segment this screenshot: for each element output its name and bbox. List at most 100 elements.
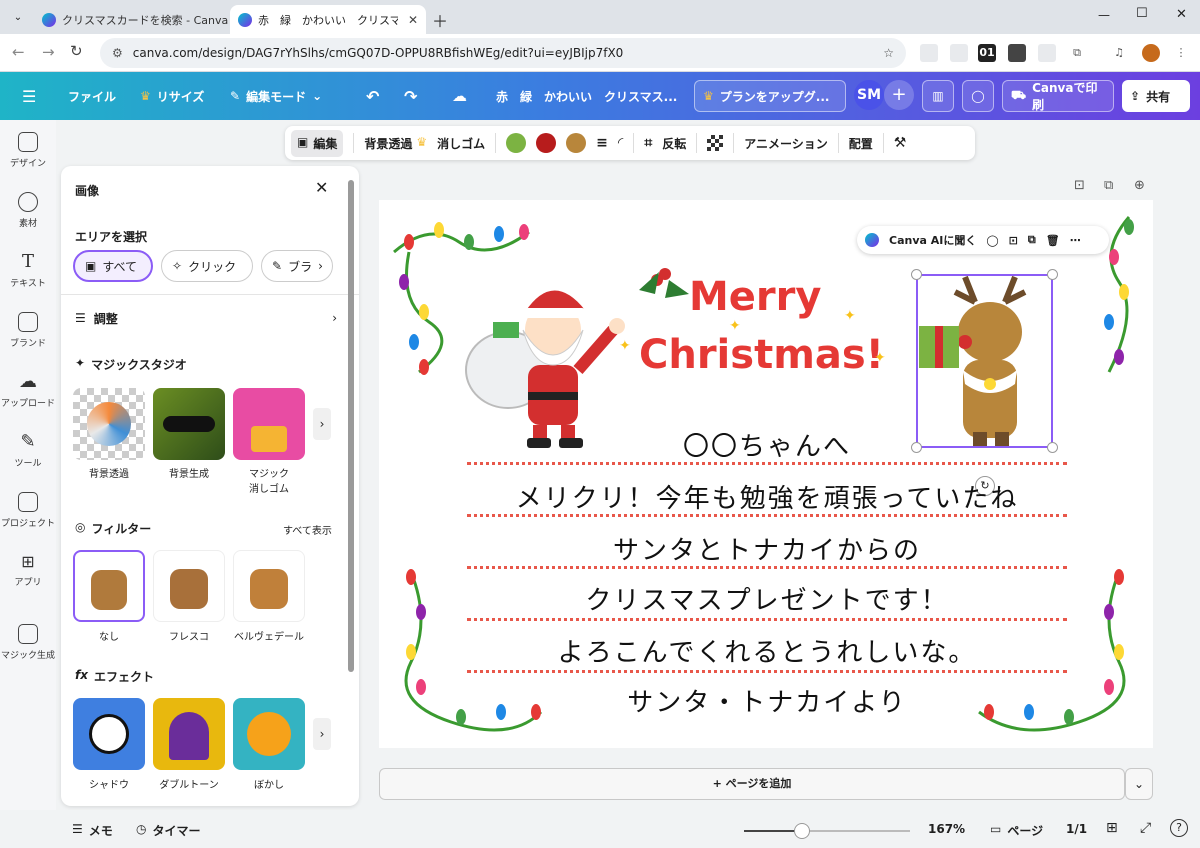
user-avatar[interactable]: SM <box>854 80 884 110</box>
design-canvas[interactable]: Merry Christmas! ✦ ✦ ✦ ✦ ↻ Canva AIに聞く ◯… <box>379 200 1153 748</box>
crop-icon[interactable]: ⌗ <box>644 135 652 151</box>
edit-image-button[interactable]: ▣ 編集 <box>291 129 344 157</box>
fullscreen-icon[interactable]: ⤢ <box>1140 820 1151 836</box>
bookmark-star-icon[interactable]: ☆ <box>883 46 894 60</box>
effect-thumb-shadow[interactable] <box>73 698 145 770</box>
cloud-save-icon[interactable]: ☁ <box>444 80 475 112</box>
magic-thumb-eraser[interactable] <box>233 388 305 460</box>
document-title[interactable]: 赤 緑 かわいい クリスマス... <box>488 80 685 112</box>
card-text-line[interactable]: 〇〇ちゃんへ <box>467 426 1067 463</box>
zoom-percent[interactable]: 167% <box>928 822 965 836</box>
filter-thumb-belvedere[interactable] <box>233 550 305 622</box>
rail-item-elements[interactable]: 素材 <box>0 182 56 238</box>
edit-mode-button[interactable]: ✎ 編集モード ⌄ <box>222 80 330 112</box>
close-panel-icon[interactable]: ✕ <box>315 178 328 197</box>
extension-icon[interactable] <box>1038 44 1056 62</box>
share-button[interactable]: ⇪ 共有 <box>1122 80 1190 112</box>
bg-remove-button[interactable]: 背景透過 ♛ <box>364 135 427 152</box>
redo-icon[interactable]: ↷ <box>396 80 425 112</box>
browser-tab-active[interactable]: 赤 緑 かわいい クリスマスカード ✕ <box>230 5 426 34</box>
rail-item-brand[interactable]: ブランド <box>0 302 56 358</box>
puzzle-extensions-icon[interactable]: ⧉ <box>1068 44 1086 62</box>
extension-icon[interactable] <box>950 44 968 62</box>
reload-icon[interactable]: ↻ <box>70 42 83 60</box>
notes-button[interactable]: ☰ メモ <box>72 822 113 839</box>
rail-item-projects[interactable]: プロジェクト <box>0 482 56 538</box>
color-swatch-brown[interactable] <box>566 133 587 153</box>
media-icon[interactable]: ♫ <box>1110 44 1128 62</box>
undo-icon[interactable]: ↶ <box>358 80 387 112</box>
rail-item-magic[interactable]: マジック生成 <box>0 614 56 670</box>
card-text-line[interactable]: サンタとトナカイからの <box>467 530 1067 567</box>
resize-handle[interactable] <box>911 269 922 280</box>
magic-thumb-bg-generate[interactable] <box>153 388 225 460</box>
new-tab-icon[interactable]: ＋ <box>432 8 448 32</box>
color-swatch-red[interactable] <box>536 133 557 153</box>
scroll-right-icon[interactable]: › <box>313 718 331 750</box>
resize-handle[interactable] <box>1047 269 1058 280</box>
extension-icon[interactable]: 01 <box>978 44 996 62</box>
lock-page-icon[interactable]: ⊡ <box>1074 178 1085 193</box>
border-style-icon[interactable]: ≡ <box>596 135 608 151</box>
comment-icon[interactable]: ◯ <box>962 80 994 112</box>
animation-button[interactable]: アニメーション <box>744 135 828 152</box>
close-window-icon[interactable]: ✕ <box>1176 7 1187 22</box>
rail-item-uploads[interactable]: ☁ アップロード <box>0 362 56 418</box>
add-page-icon[interactable]: ⊕ <box>1134 178 1145 193</box>
rail-item-design[interactable]: デザイン <box>0 122 56 178</box>
comment-add-icon[interactable]: ◯ <box>986 234 998 247</box>
zoom-slider[interactable] <box>744 823 910 839</box>
add-page-dropdown-icon[interactable]: ⌄ <box>1125 768 1153 800</box>
effect-thumb-blur[interactable] <box>233 698 305 770</box>
rail-item-tools[interactable]: ✎ ツール <box>0 422 56 478</box>
pages-button[interactable]: ▭ ページ <box>990 822 1043 839</box>
resize-button[interactable]: ♛ リサイズ <box>132 80 212 112</box>
timer-button[interactable]: ◷ タイマー <box>136 822 201 839</box>
zoom-slider-knob[interactable] <box>794 823 811 839</box>
duplicate-page-icon[interactable]: ⧉ <box>1104 178 1113 193</box>
card-text-line[interactable]: クリスマスプレゼントです！ <box>467 580 1067 617</box>
card-text-line[interactable]: メリクリ！今年も勉強を頑張っていたね <box>467 478 1067 515</box>
card-text-line[interactable]: よろこんでくれるとうれしいな。 <box>467 632 1067 669</box>
back-icon[interactable]: ← <box>12 43 25 61</box>
rail-item-apps[interactable]: ⊞ アプリ <box>0 542 56 598</box>
panel-scrollbar[interactable] <box>348 180 354 672</box>
ask-canva-ai-button[interactable]: Canva AIに聞く <box>889 232 976 248</box>
tab-list-button[interactable]: ⌄ <box>8 8 28 28</box>
extension-icon[interactable] <box>1008 44 1026 62</box>
print-button[interactable]: ⛟ Canvaで印刷 <box>1002 80 1114 112</box>
flip-button[interactable]: 反転 <box>662 135 686 152</box>
selection-box[interactable] <box>916 274 1053 448</box>
chip-all[interactable]: ▣ すべて <box>73 250 153 282</box>
adjust-row[interactable]: ☰ 調整 › <box>75 308 337 328</box>
url-bar[interactable]: ⚙ canva.com/design/DAG7rYhSlhs/cmGQ07D-O… <box>100 38 906 68</box>
more-icon[interactable]: ⋯ <box>1070 234 1081 247</box>
invite-icon[interactable]: + <box>884 80 914 110</box>
magic-thumb-bg-remove[interactable] <box>73 388 145 460</box>
extension-icon[interactable] <box>920 44 938 62</box>
card-text-line[interactable]: サンタ・トナカイより <box>467 682 1067 719</box>
minimize-window-icon[interactable]: — <box>1098 8 1110 22</box>
scroll-right-icon[interactable]: › <box>313 408 331 440</box>
forward-icon[interactable]: → <box>42 43 55 61</box>
lock-icon[interactable]: ⊡ <box>1009 234 1018 247</box>
add-page-button[interactable]: + ページを追加 <box>379 768 1125 800</box>
browser-menu-icon[interactable]: ⋮ <box>1172 44 1190 62</box>
trash-icon[interactable]: 🗑 <box>1046 234 1060 247</box>
filter-thumb-none[interactable] <box>73 550 145 622</box>
effect-thumb-duotone[interactable] <box>153 698 225 770</box>
filter-see-all-link[interactable]: すべて表示 <box>283 522 332 537</box>
chip-brush[interactable]: ✎ ブラ › <box>261 250 333 282</box>
filter-thumb-fresco[interactable] <box>153 550 225 622</box>
santa-illustration[interactable] <box>463 270 633 450</box>
position-button[interactable]: 配置 <box>849 135 873 152</box>
chip-click[interactable]: ✧ クリック <box>161 250 253 282</box>
merry-christmas-title[interactable]: Merry Christmas! ✦ ✦ ✦ ✦ <box>619 250 909 390</box>
profile-avatar[interactable] <box>1142 44 1160 62</box>
color-swatch-green[interactable] <box>506 133 527 153</box>
eraser-button[interactable]: 消しゴム <box>437 135 485 152</box>
upgrade-plan-button[interactable]: ♛ プランをアップグ... <box>694 80 846 112</box>
help-icon[interactable]: ? <box>1170 819 1188 837</box>
close-tab-icon[interactable]: ✕ <box>408 13 418 27</box>
analytics-icon[interactable]: ▥ <box>922 80 954 112</box>
